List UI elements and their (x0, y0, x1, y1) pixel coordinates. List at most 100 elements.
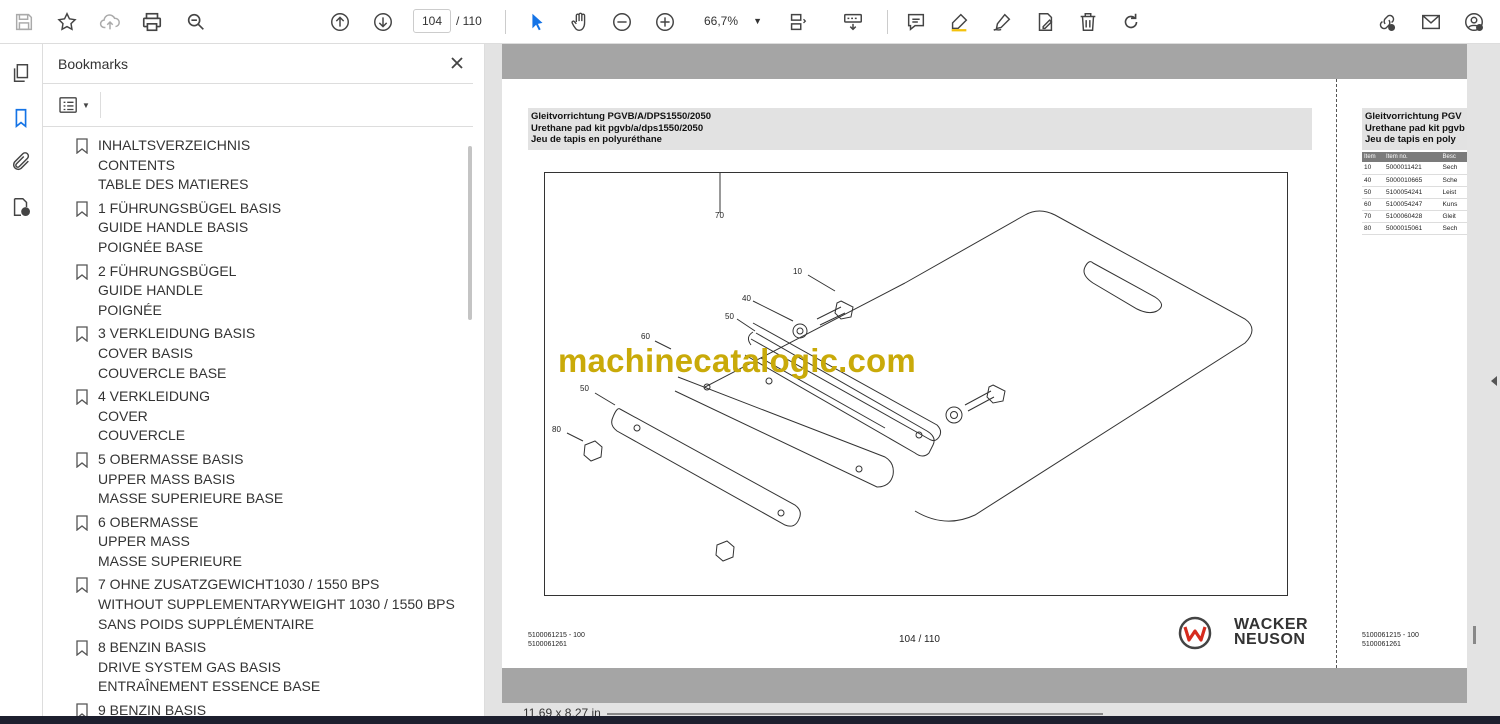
panel-title: Bookmarks (58, 56, 129, 72)
bookmark-item[interactable]: 8 BENZIN BASIS DRIVE SYSTEM GAS BASIS ENTR… (73, 638, 473, 697)
bookmark-item[interactable]: 4 VERKLEIDUNG COVER COUVERCLE (73, 387, 473, 446)
page-up-icon[interactable] (326, 8, 354, 36)
bookmark-label: COVER (98, 407, 148, 424)
bookmark-label: COUVERCLE (98, 427, 186, 444)
header-title-de: Gleitvorrichtung PGVB/A/DPS1550/2050 (531, 111, 712, 122)
table-cell: Gleit (1440, 210, 1467, 223)
callout-label: 70 (715, 211, 724, 220)
expand-right-panel-icon[interactable] (1489, 374, 1499, 386)
close-icon[interactable] (447, 53, 467, 73)
bookmark-label: 6 OBERMASSE (98, 513, 199, 530)
bookmark-label: SANS POIDS SUPPLÉMENTAIRE (98, 615, 315, 632)
select-cursor-icon[interactable] (523, 8, 551, 36)
account-icon[interactable] (1460, 8, 1488, 36)
panel-divider (43, 126, 473, 127)
brand-logo-line: WACKER (1234, 616, 1309, 633)
page-header: Gleitvorrichtung PGVB/A/DPS1550/2050 Ure… (528, 108, 1312, 150)
link-share-icon[interactable] (1373, 8, 1401, 36)
comment-icon[interactable] (902, 8, 930, 36)
bookmark-label: 8 BENZIN BASIS (98, 639, 207, 656)
next-footer-code: 5100061215 - 100 5100061261 (1362, 632, 1419, 649)
table-cell: Sche (1440, 174, 1467, 187)
table-cell: Sech (1440, 162, 1467, 175)
save-icon[interactable] (10, 8, 38, 36)
bookmark-label: 2 FÜHRUNGSBÜGEL (98, 262, 237, 279)
table-cell: Kuns (1440, 198, 1467, 211)
bookmark-ribbon-icon (76, 138, 88, 154)
bookmark-label: CONTENTS (98, 156, 175, 173)
scrollbar-thumb[interactable] (468, 146, 472, 320)
table-header: Item (1362, 152, 1385, 162)
bookmark-icon[interactable] (8, 105, 34, 131)
mail-icon[interactable] (1417, 8, 1445, 36)
table-cell: 80 (1362, 222, 1385, 235)
bookmark-ribbon-icon (76, 201, 88, 217)
table-row: 70 5100060428 Gleit (1362, 210, 1467, 223)
bookmark-item[interactable]: 1 FÜHRUNGSBÜGEL BASIS GUIDE HANDLE BASIS P… (73, 199, 473, 258)
callout-label: 10 (793, 267, 802, 276)
sign-icon[interactable] (988, 8, 1016, 36)
table-cell: 60 (1362, 198, 1385, 211)
viewer-scrollbar-thumb[interactable] (1473, 626, 1476, 644)
horizontal-scrollbar[interactable] (607, 713, 1103, 715)
print-icon[interactable] (138, 8, 166, 36)
document-security-icon[interactable] (8, 194, 34, 220)
table-row: 80 5000015061 Sech (1362, 222, 1467, 235)
page-down-icon[interactable] (369, 8, 397, 36)
bookmark-label: 7 OHNE ZUSATZGEWICHT1030 / 1550 BPS (98, 576, 380, 593)
bookmark-item[interactable]: 7 OHNE ZUSATZGEWICHT1030 / 1550 BPS WITHO… (73, 575, 473, 634)
delete-icon[interactable] (1074, 8, 1102, 36)
document-viewer[interactable]: Gleitvorrichtung PGVB/A/DPS1550/2050 Ure… (485, 44, 1500, 724)
fit-page-icon[interactable] (784, 8, 812, 36)
page-number-input[interactable]: 104 (413, 9, 451, 33)
bookmark-item[interactable]: 3 VERKLEIDUNG BASIS COVER BASIS COUVERCLE … (73, 324, 473, 383)
cloud-upload-icon[interactable] (96, 8, 124, 36)
brand-logo-text: WACKER NEUSON (1234, 616, 1309, 648)
footer-code-line: 5100061261 (1362, 640, 1401, 648)
table-header: Besc (1440, 152, 1467, 162)
brand-logo-line: NEUSON (1234, 631, 1306, 648)
star-icon[interactable] (53, 8, 81, 36)
bookmark-item[interactable]: 5 OBERMASSE BASIS UPPER MASS BASIS MASSE S… (73, 450, 473, 509)
bookmark-label: COVER BASIS (98, 344, 193, 361)
header-title-fr: Jeu de tapis en polyuréthane (531, 134, 662, 145)
page-top-strip (502, 44, 1467, 79)
callout-label: 50 (725, 312, 734, 321)
bookmarks-panel: Bookmarks ▼ INHALTSVERZEICHNIS CONTENTS TA… (43, 44, 485, 724)
hand-icon[interactable] (566, 8, 594, 36)
zoom-select[interactable]: 66,7% ▼ (694, 9, 770, 33)
pages-icon[interactable] (8, 60, 34, 86)
bookmark-label: ENTRAÎNEMENT ESSENCE BASE (98, 678, 321, 695)
attachment-icon[interactable] (8, 149, 34, 175)
bookmark-label: WITHOUT SUPPLEMENTARYWEIGHT 1030 / 1550 … (98, 596, 455, 613)
list-options-icon (59, 97, 77, 113)
bookmark-item[interactable]: INHALTSVERZEICHNIS CONTENTS TABLE DES MATI… (73, 136, 473, 195)
bookmark-label: DRIVE SYSTEM GAS BASIS (98, 658, 281, 675)
bookmark-item[interactable]: 6 OBERMASSE UPPER MASS MASSE SUPERIEURE (73, 513, 473, 572)
table-cell: 5100060428 (1384, 210, 1441, 223)
page-bottom-strip (502, 668, 1467, 703)
bookmark-options-button[interactable]: ▼ (58, 94, 94, 116)
bookmark-item[interactable]: 2 FÜHRUNGSBÜGEL GUIDE HANDLE POIGNÉE (73, 262, 473, 321)
zoom-out-icon[interactable] (608, 8, 636, 36)
table-cell: 40 (1362, 174, 1385, 187)
table-cell: 70 (1362, 210, 1385, 223)
bookmark-label: UPPER MASS (98, 533, 190, 550)
zoom-in-icon[interactable] (651, 8, 679, 36)
wacker-neuson-logo-icon (1178, 616, 1212, 650)
technical-drawing-frame: 70 10 40 50 60 50 80 (544, 172, 1288, 596)
table-row: 10 5000011421 Sech (1362, 162, 1467, 175)
page-total: / 110 (456, 14, 482, 28)
highlight-icon[interactable] (945, 8, 973, 36)
scroll-mode-icon[interactable] (839, 8, 867, 36)
bookmark-ribbon-icon (76, 326, 88, 343)
footer-page-number: 104 / 110 (899, 634, 940, 645)
rotate-icon[interactable] (1117, 8, 1145, 36)
bookmark-label: POIGNÉE (98, 301, 162, 318)
footer-code-line: 5100061261 (528, 640, 567, 648)
bookmark-ribbon-icon (76, 263, 88, 280)
zoom-search-icon[interactable] (182, 8, 210, 36)
edit-text-icon[interactable] (1031, 8, 1059, 36)
bookmark-label: 4 VERKLEIDUNG (98, 388, 211, 405)
table-cell: 50 (1362, 186, 1385, 199)
